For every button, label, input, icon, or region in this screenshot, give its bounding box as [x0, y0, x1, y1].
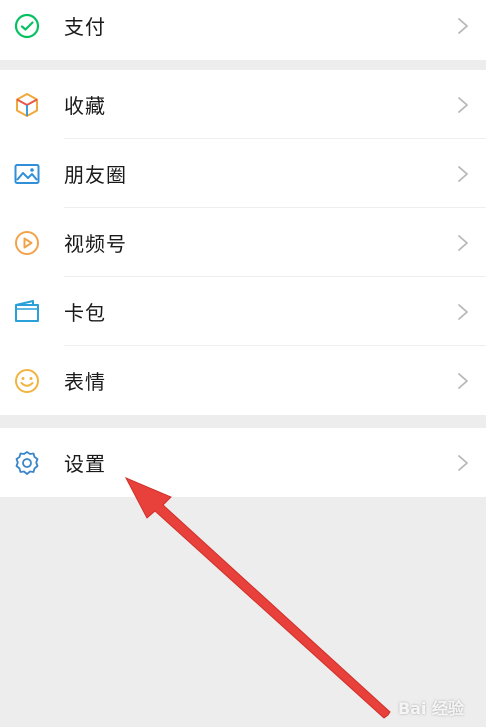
moments-picture-icon: [13, 160, 41, 188]
menu-item-label: 表情: [64, 370, 106, 394]
menu-item-label: 视频号: [64, 232, 127, 256]
menu-item-label: 支付: [64, 15, 106, 39]
channels-play-icon: [13, 229, 41, 257]
menu-item-label: 朋友圈: [64, 163, 127, 187]
chevron-right-icon: [456, 164, 470, 184]
pay-icon: [13, 12, 41, 40]
menu-item-label: 收藏: [64, 94, 106, 118]
chevron-right-icon: [456, 302, 470, 322]
menu-item-stickers[interactable]: 表情: [0, 346, 486, 415]
gear-icon: [13, 449, 41, 477]
menu-item-moments[interactable]: 朋友圈: [0, 139, 486, 208]
chevron-right-icon: [456, 371, 470, 391]
sticker-smile-icon: [13, 367, 41, 395]
menu-item-favorites[interactable]: 收藏: [0, 70, 486, 139]
menu-group-pay: 支付: [0, 0, 486, 60]
menu-group-settings: 设置: [0, 428, 486, 497]
chevron-right-icon: [456, 233, 470, 253]
favorites-cube-icon: [13, 91, 41, 119]
menu-item-settings[interactable]: 设置: [0, 428, 486, 497]
menu-item-pay[interactable]: 支付: [0, 0, 486, 60]
menu-item-label: 设置: [64, 452, 106, 476]
chevron-right-icon: [456, 453, 470, 473]
card-wallet-icon: [13, 298, 41, 326]
menu-group-main: 收藏 朋友圈 视频号 卡包 表情: [0, 70, 486, 415]
chevron-right-icon: [456, 95, 470, 115]
menu-item-label: 卡包: [64, 301, 106, 325]
menu-item-card-wallet[interactable]: 卡包: [0, 277, 486, 346]
watermark: Bai 经验: [397, 699, 464, 718]
menu-item-channels[interactable]: 视频号: [0, 208, 486, 277]
chevron-right-icon: [456, 16, 470, 36]
